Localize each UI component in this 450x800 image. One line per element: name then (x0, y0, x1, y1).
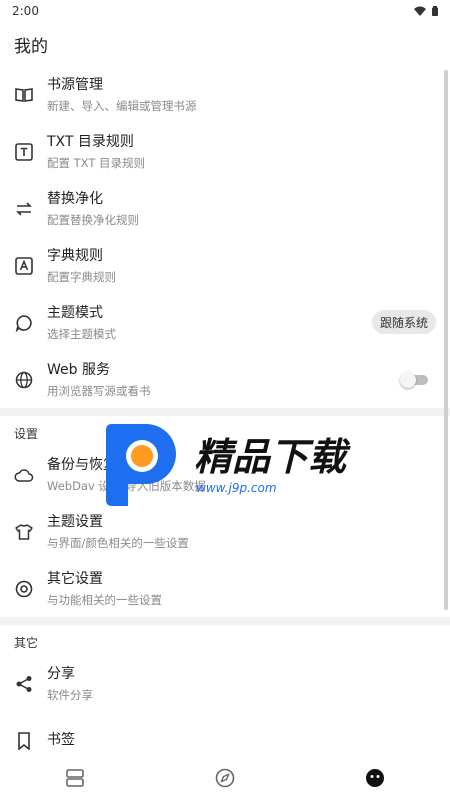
item-summary: 选择主题模式 (47, 326, 116, 341)
item-summary: 用浏览器写源或看书 (47, 383, 151, 398)
book-open-icon (14, 85, 34, 105)
watermark-url: www.j9p.com (196, 481, 277, 495)
general-section: 书源管理新建、导入、编辑或管理书源 TXT 目录规则 配置 TXT 目录规则 替换… (0, 66, 450, 408)
item-title: 字典规则 (47, 247, 103, 264)
watermark-logo: 精品下载 www.j9p.com (102, 422, 362, 510)
dictionary-rule-item[interactable]: 字典规则配置字典规则 (0, 237, 450, 294)
other-section: 其它 分享软件分享 书签 (0, 625, 450, 760)
item-title: 书签 (47, 731, 75, 748)
section-divider (0, 408, 450, 416)
theme-mode-item[interactable]: 主题模式选择主题模式 跟随系统 (0, 294, 450, 351)
compass-icon (215, 768, 235, 792)
swap-arrows-icon (14, 199, 34, 219)
section-header: 其它 (14, 636, 39, 650)
item-title: 主题模式 (47, 304, 103, 321)
face-icon (365, 768, 385, 792)
cloud-icon (14, 465, 34, 485)
theme-mode-chip[interactable]: 跟随系统 (371, 310, 436, 334)
bookshelf-icon (65, 769, 85, 791)
wifi-icon (414, 6, 426, 16)
txt-box-icon (14, 142, 34, 162)
battery-icon (432, 6, 438, 16)
item-title: 替换净化 (47, 190, 103, 207)
watermark-brand: 精品下载 (194, 435, 351, 479)
bookmark-icon (14, 731, 34, 751)
item-summary: 配置 TXT 目录规则 (47, 155, 146, 170)
other-settings-item[interactable]: 其它设置与功能相关的一些设置 (0, 560, 450, 617)
source-management-item[interactable]: 书源管理新建、导入、编辑或管理书源 (0, 66, 450, 123)
settings-circle-icon (14, 579, 34, 599)
item-title: 其它设置 (47, 570, 103, 587)
bottom-navigation (0, 760, 450, 800)
bookmark-item[interactable]: 书签 (0, 712, 450, 760)
item-title: Web 服务 (47, 361, 110, 378)
tshirt-icon (14, 522, 34, 542)
nav-my[interactable] (355, 762, 395, 798)
section-divider (0, 617, 450, 625)
replace-purify-item[interactable]: 替换净化配置替换净化规则 (0, 180, 450, 237)
item-summary: 与界面/颜色相关的一些设置 (47, 535, 189, 550)
web-service-item[interactable]: Web 服务用浏览器写源或看书 (0, 351, 450, 408)
item-summary: 配置字典规则 (47, 269, 116, 284)
item-title: 书源管理 (47, 76, 103, 93)
item-title: TXT 目录规则 (47, 133, 134, 150)
dictionary-icon (14, 256, 34, 276)
preferences-list[interactable]: 书源管理新建、导入、编辑或管理书源 TXT 目录规则 配置 TXT 目录规则 替换… (0, 66, 450, 760)
globe-icon (14, 370, 34, 390)
web-service-switch[interactable] (400, 372, 428, 388)
item-title: 主题设置 (47, 513, 103, 530)
share-icon (14, 674, 34, 694)
item-summary: 新建、导入、编辑或管理书源 (47, 98, 197, 113)
status-time: 2:00 (12, 4, 39, 18)
share-item[interactable]: 分享 软件分享 (0, 655, 450, 712)
nav-bookshelf[interactable] (55, 762, 95, 798)
theme-settings-item[interactable]: 主题设置与界面/颜色相关的一些设置 (0, 503, 450, 560)
scrollbar[interactable] (444, 70, 448, 610)
item-title: 分享 (47, 665, 75, 682)
page-title: 我的 (14, 37, 48, 57)
item-summary: 与功能相关的一些设置 (47, 592, 162, 607)
status-bar: 2:00 (0, 0, 450, 22)
speech-bubble-icon (14, 313, 34, 333)
item-summary: 软件分享 (47, 687, 93, 702)
nav-discover[interactable] (205, 762, 245, 798)
item-summary: 配置替换净化规则 (47, 212, 139, 227)
txt-toc-rule-item[interactable]: TXT 目录规则 配置 TXT 目录规则 (0, 123, 450, 180)
